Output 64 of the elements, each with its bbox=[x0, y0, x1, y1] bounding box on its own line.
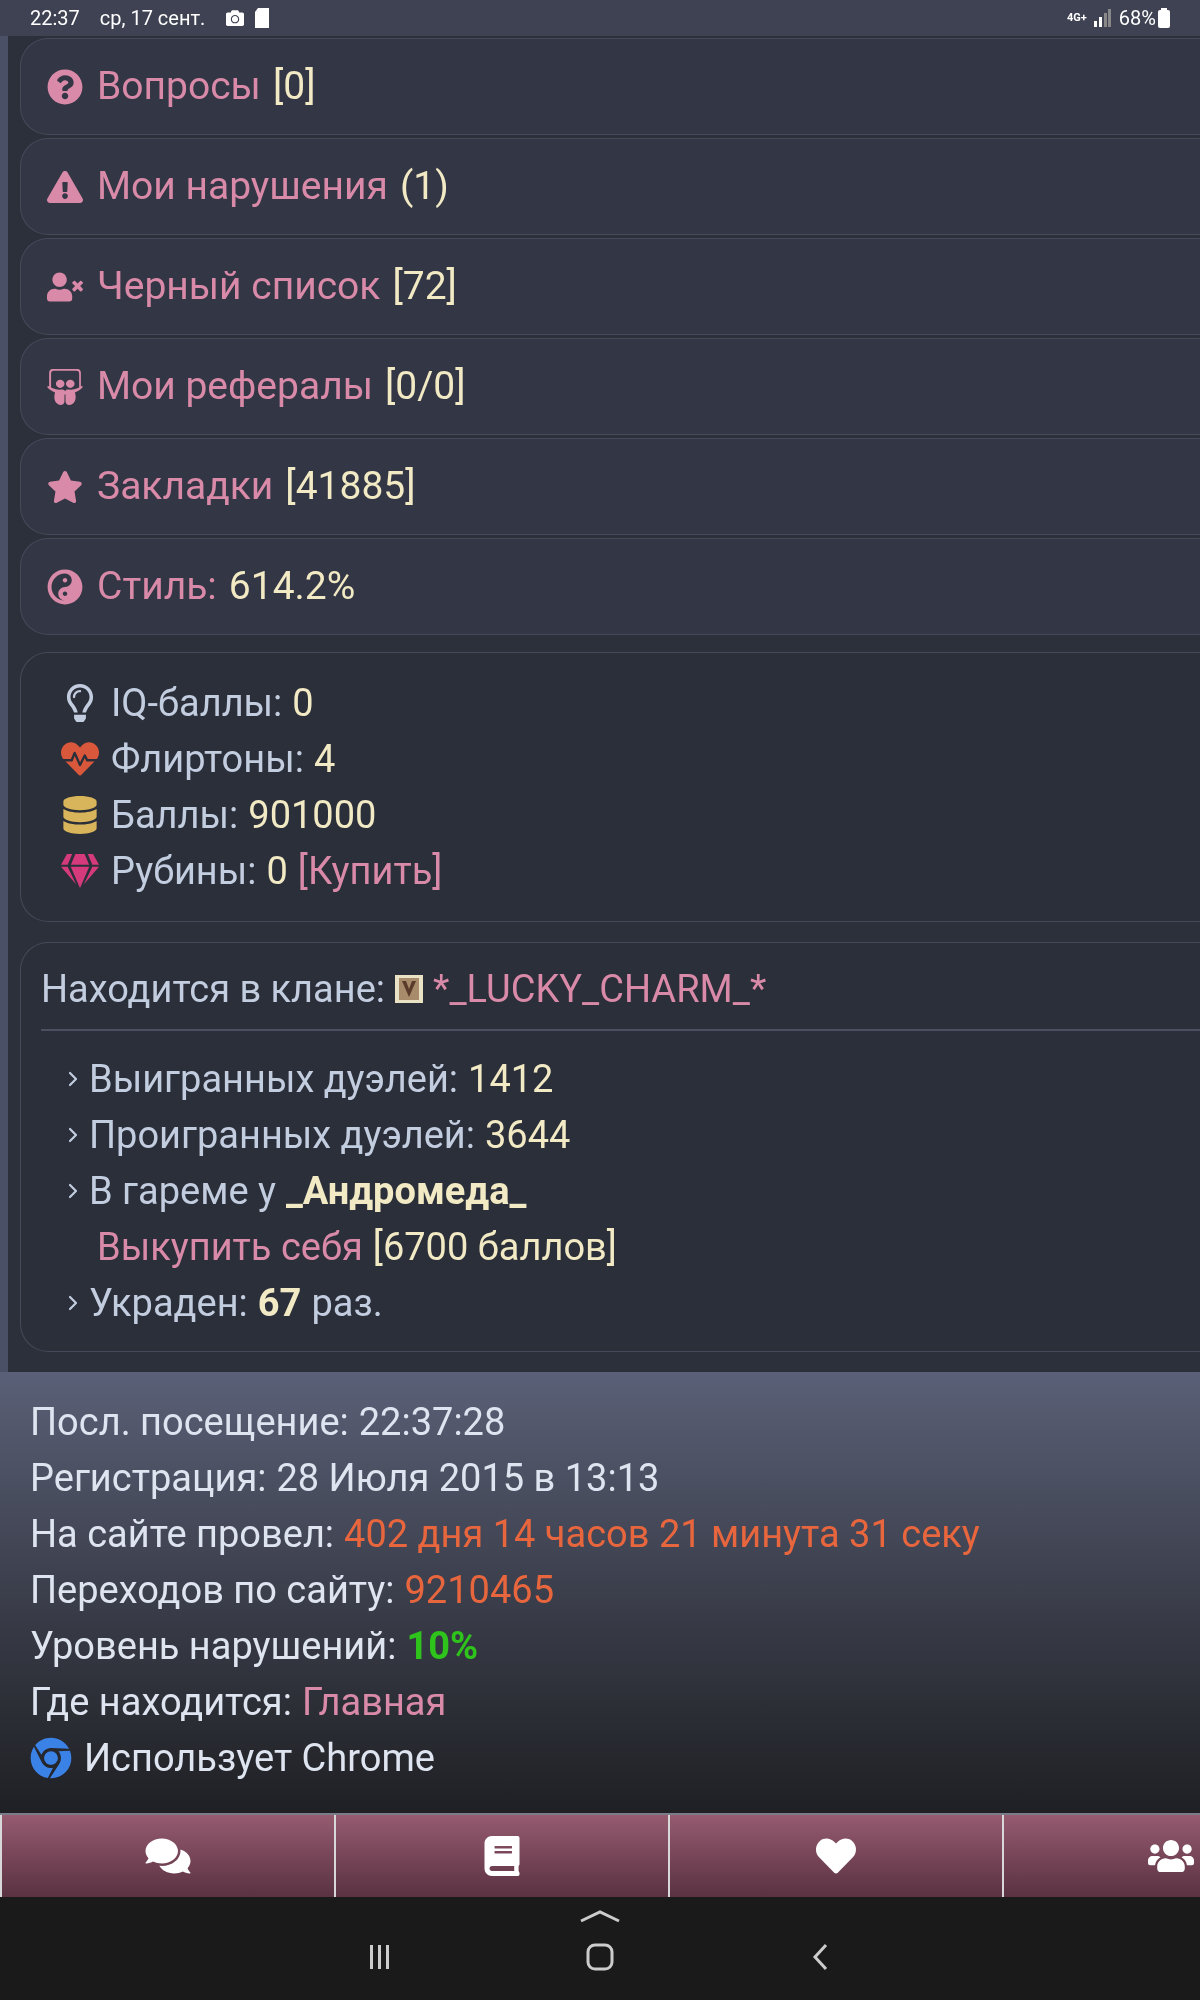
stat-label: IQ-баллы: bbox=[111, 679, 283, 727]
clan-label: Находится в клане: bbox=[41, 965, 386, 1013]
heart-icon bbox=[813, 1836, 859, 1876]
duel-value: 3644 bbox=[485, 1111, 571, 1159]
clan-link[interactable]: *_LUCKY_CHARM_* bbox=[433, 960, 767, 1018]
info-label: Где находится: bbox=[30, 1678, 292, 1726]
menu-item[interactable]: Закладки [41885] bbox=[20, 438, 1200, 535]
people-board-icon bbox=[47, 368, 83, 405]
back-icon bbox=[811, 1943, 829, 1971]
ransom-price: [6700 баллов] bbox=[372, 1223, 617, 1271]
battery-label: 68% bbox=[1118, 5, 1156, 32]
stolen-suffix: раз. bbox=[311, 1279, 383, 1327]
duel-value: 1412 bbox=[468, 1055, 554, 1103]
info-label: Уровень нарушений: bbox=[30, 1622, 397, 1670]
stolen-count: 67 bbox=[257, 1279, 302, 1327]
star-icon bbox=[47, 468, 83, 505]
stat-value: 0 bbox=[292, 679, 314, 727]
buy-link[interactable]: [Купить] bbox=[297, 842, 443, 900]
stat-label: Рубины: bbox=[111, 847, 257, 895]
duel-label: Проигранных дуэлей: bbox=[89, 1111, 475, 1159]
chrome-icon bbox=[30, 1737, 72, 1779]
info-value: 22:37:28 bbox=[358, 1398, 506, 1446]
clock: 22:37 bbox=[30, 5, 80, 32]
menu-item[interactable]: Мои рефералы [0/0] bbox=[20, 338, 1200, 435]
recents-icon bbox=[368, 1944, 392, 1970]
battery-icon bbox=[1158, 8, 1170, 28]
duel-label: Выигранных дуэлей: bbox=[89, 1055, 459, 1103]
info-label: Посл. посещение: bbox=[30, 1398, 349, 1446]
info-value: 28 Июля 2015 в 13:13 bbox=[276, 1454, 660, 1502]
yin-yang-icon bbox=[47, 568, 83, 605]
harem-label: В гареме у bbox=[89, 1167, 276, 1215]
menu-item[interactable]: Черный список [72] bbox=[20, 238, 1200, 335]
info-value: 10% bbox=[406, 1622, 479, 1670]
menu-item[interactable]: Стиль: 614.2% bbox=[20, 538, 1200, 635]
chevron-up-icon bbox=[579, 1909, 621, 1923]
info-label: На сайте провел: bbox=[30, 1510, 335, 1558]
menu-item[interactable]: Мои нарушения (1) bbox=[20, 138, 1200, 235]
question-icon bbox=[47, 68, 83, 105]
info-label: Регистрация: bbox=[30, 1454, 267, 1502]
coins-icon bbox=[61, 796, 99, 834]
date: ср, 17 сент. bbox=[99, 5, 206, 32]
info-value: 9210465 bbox=[404, 1566, 554, 1614]
stat-value: 901000 bbox=[248, 791, 377, 839]
info-value: 402 дня 14 часов 21 минута 31 секу bbox=[344, 1510, 980, 1558]
menu-item[interactable]: Вопросы [0] bbox=[20, 38, 1200, 135]
network-label: 4G+ bbox=[1067, 9, 1087, 26]
ransom-link[interactable]: Выкупить себя bbox=[97, 1218, 363, 1276]
camera-icon bbox=[225, 9, 246, 27]
harem-owner: _Андромеда_ bbox=[285, 1167, 527, 1215]
stat-value: 4 bbox=[313, 735, 336, 783]
home-icon bbox=[586, 1943, 614, 1971]
stat-label: Флиртоны: bbox=[111, 735, 304, 783]
stolen-label: Украден: bbox=[89, 1279, 248, 1327]
gem-icon bbox=[61, 852, 99, 890]
heartbeat-icon bbox=[61, 740, 99, 778]
stat-value: 0 bbox=[266, 847, 288, 895]
stat-label: Баллы: bbox=[111, 791, 239, 839]
info-value: Главная bbox=[301, 1678, 447, 1726]
chat-bubbles-icon bbox=[145, 1836, 191, 1876]
warning-icon bbox=[47, 168, 83, 205]
sd-card-icon bbox=[255, 8, 270, 28]
browser-label: Использует Chrome bbox=[84, 1734, 435, 1782]
info-label: Переходов по сайту: bbox=[30, 1566, 395, 1614]
signal-icon bbox=[1092, 9, 1111, 27]
